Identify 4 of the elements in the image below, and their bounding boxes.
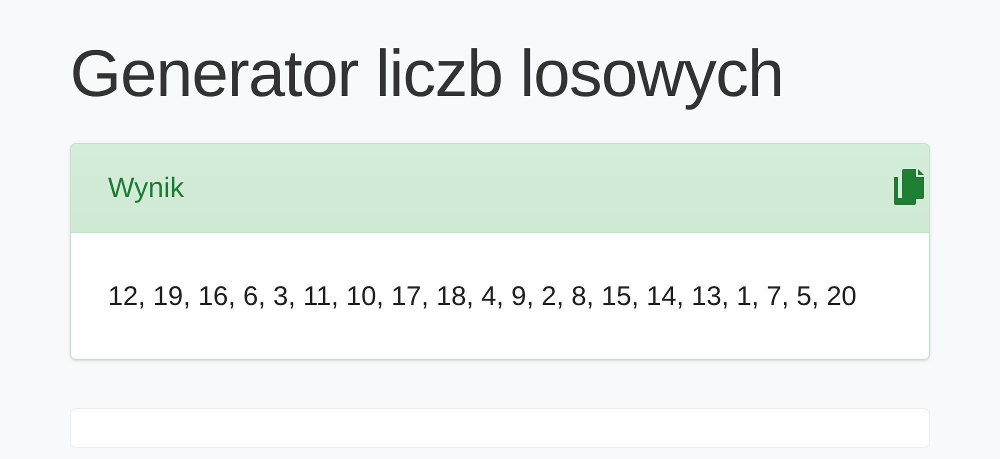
- random-numbers: 12, 19, 16, 6, 3, 11, 10, 17, 18, 4, 9, 2, 8, 15, 14, 13, 1, 7, 5, 20: [108, 280, 858, 313]
- page-title: Generator liczb losowych: [70, 35, 784, 112]
- copy-icon[interactable]: [892, 168, 926, 204]
- card-heading: Wynik: [108, 171, 184, 205]
